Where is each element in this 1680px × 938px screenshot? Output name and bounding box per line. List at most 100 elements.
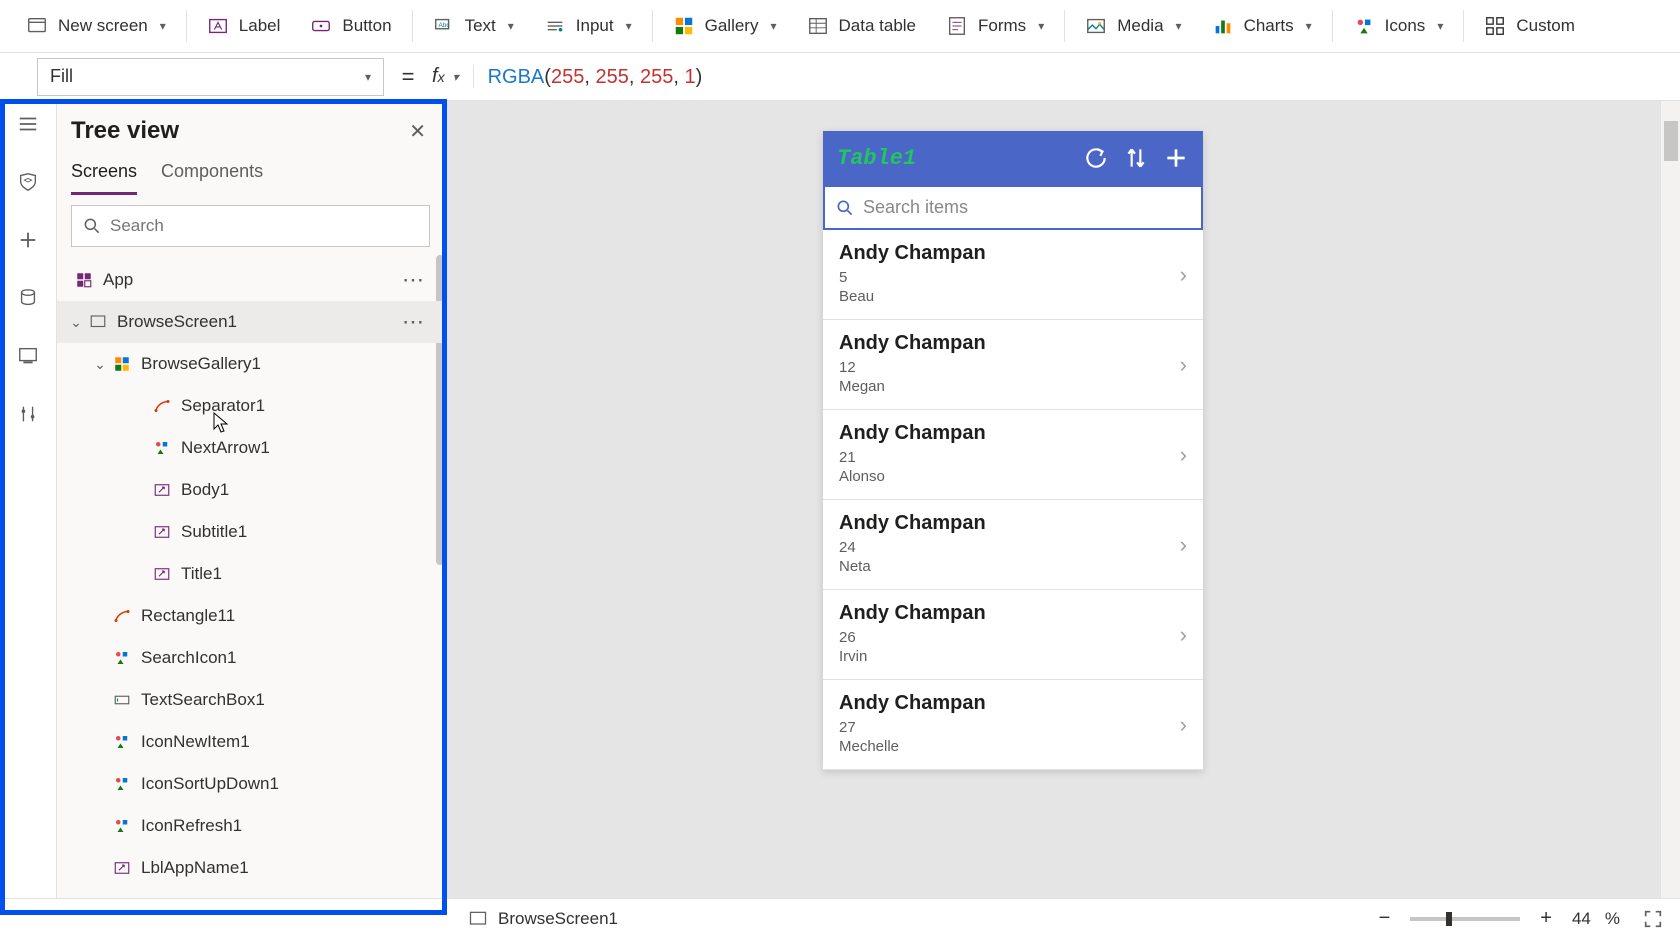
gallery-icon (673, 15, 695, 37)
close-icon[interactable]: ✕ (409, 119, 426, 144)
input-button[interactable]: Input ▾ (530, 9, 646, 43)
media-icon (1085, 15, 1107, 37)
advanced-tools-icon[interactable] (15, 401, 41, 427)
app-icon (73, 269, 95, 291)
hamburger-icon[interactable] (15, 111, 41, 137)
sort-icon[interactable] (1123, 145, 1149, 171)
gallery-button[interactable]: Gallery ▾ (659, 9, 791, 43)
charts-button[interactable]: Charts ▾ (1198, 9, 1326, 43)
tree-search[interactable] (71, 205, 430, 247)
custom-button[interactable]: Custom (1470, 9, 1589, 43)
item-number: 26 (839, 629, 1187, 646)
tree-item-label: BrowseGallery1 (141, 354, 261, 374)
main-area: Tree view ✕ Screens Components App⋯⌄Brow… (0, 101, 1680, 898)
tree-item-IconNewItem1[interactable]: IconNewItem1 (57, 721, 444, 763)
tree-item-Title1[interactable]: Title1 (57, 553, 444, 595)
canvas-scrollbar[interactable] (1660, 101, 1680, 898)
tree-item-TextSearchBox1[interactable]: TextSearchBox1 (57, 679, 444, 721)
tab-screens[interactable]: Screens (71, 155, 137, 195)
item-title: Andy Champan (839, 242, 1187, 265)
datatable-icon (807, 15, 829, 37)
chevron-down-icon: ▾ (1176, 19, 1182, 33)
formula-input[interactable]: RGBA(255, 255, 255, 1) (474, 64, 1680, 89)
separator (1332, 10, 1333, 42)
tree-item-BrowseGallery1[interactable]: ⌄ BrowseGallery1 (57, 343, 444, 385)
charts-label: Charts (1244, 16, 1294, 36)
shape-icon (111, 605, 133, 627)
tree-item-Separator1[interactable]: Separator1 (57, 385, 444, 427)
tree-item-label: Title1 (181, 564, 222, 584)
icons-button[interactable]: Icons ▾ (1339, 9, 1458, 43)
insert-icon[interactable] (15, 227, 41, 253)
more-icon[interactable]: ⋯ (402, 309, 426, 335)
app-search-box[interactable]: Search items (823, 185, 1203, 230)
chevron-down-icon: ▾ (160, 19, 166, 33)
zoom-out-button[interactable]: − (1373, 907, 1397, 930)
label-icon (151, 479, 173, 501)
tree-search-input[interactable] (110, 216, 419, 236)
gallery-item[interactable]: Andy Champan27Mechelle› (823, 680, 1203, 770)
expand-icon[interactable]: ⌄ (89, 356, 111, 373)
icon-icon (111, 773, 133, 795)
gallery-item[interactable]: Andy Champan21Alonso› (823, 410, 1203, 500)
tree-item-Body1[interactable]: Body1 (57, 469, 444, 511)
tree-item-Rectangle11[interactable]: Rectangle11 (57, 595, 444, 637)
tree-item-IconRefresh1[interactable]: IconRefresh1 (57, 805, 444, 847)
zoom-slider[interactable] (1410, 917, 1520, 921)
gallery-item[interactable]: Andy Champan12Megan› (823, 320, 1203, 410)
label-button[interactable]: Label (193, 9, 295, 43)
tree-item-BrowseScreen1[interactable]: ⌄BrowseScreen1⋯ (57, 301, 444, 343)
canvas[interactable]: Table1 Search items Andy Champan5Beau›An… (444, 101, 1680, 898)
custom-label: Custom (1516, 16, 1575, 36)
zoom-in-button[interactable]: + (1534, 907, 1558, 930)
insert-toolbar: New screen ▾ Label Button Abc Text ▾ Inp… (0, 0, 1680, 53)
datatable-button[interactable]: Data table (793, 9, 931, 43)
screen-icon (468, 909, 488, 929)
tree-item-IconSortUpDown1[interactable]: IconSortUpDown1 (57, 763, 444, 805)
item-subtitle: Irvin (839, 648, 1187, 665)
tree-item-SearchIcon1[interactable]: SearchIcon1 (57, 637, 444, 679)
add-icon[interactable] (1163, 145, 1189, 171)
tree-item-App[interactable]: App⋯ (57, 259, 444, 301)
chevron-right-icon[interactable]: › (1180, 622, 1187, 648)
expand-icon[interactable]: ⌄ (65, 314, 87, 331)
chevron-down-icon: ▾ (508, 19, 514, 33)
property-selector[interactable]: Fill ▾ (37, 58, 384, 96)
gallery-item[interactable]: Andy Champan5Beau› (823, 230, 1203, 320)
zoom-value: 44 (1572, 909, 1591, 929)
tree-item-LblAppName1[interactable]: LblAppName1 (57, 847, 444, 889)
chevron-right-icon[interactable]: › (1180, 712, 1187, 738)
chevron-right-icon[interactable]: › (1180, 262, 1187, 288)
tree-view-icon[interactable] (15, 169, 41, 195)
icons-label: Icons (1385, 16, 1426, 36)
label-icon (151, 521, 173, 543)
chevron-right-icon[interactable]: › (1180, 442, 1187, 468)
separator (652, 10, 653, 42)
new-screen-button[interactable]: New screen ▾ (12, 9, 180, 43)
icon-icon (151, 437, 173, 459)
chevron-right-icon[interactable]: › (1180, 352, 1187, 378)
search-icon (835, 198, 855, 218)
tab-components[interactable]: Components (161, 155, 263, 195)
tree-item-label: LblAppName1 (141, 858, 249, 878)
item-subtitle: Alonso (839, 468, 1187, 485)
fit-to-window-icon[interactable] (1642, 908, 1664, 930)
separator (186, 10, 187, 42)
tree-item-NextArrow1[interactable]: NextArrow1 (57, 427, 444, 469)
refresh-icon[interactable] (1083, 145, 1109, 171)
tree-item-Subtitle1[interactable]: Subtitle1 (57, 511, 444, 553)
media-panel-icon[interactable] (15, 343, 41, 369)
button-button[interactable]: Button (296, 9, 405, 43)
label-icon (151, 563, 173, 585)
fx-button[interactable]: fx▾ (432, 65, 474, 88)
gallery-item[interactable]: Andy Champan24Neta› (823, 500, 1203, 590)
chevron-right-icon[interactable]: › (1180, 532, 1187, 558)
more-icon[interactable]: ⋯ (402, 267, 426, 293)
forms-button[interactable]: Forms ▾ (932, 9, 1058, 43)
media-button[interactable]: Media ▾ (1071, 9, 1195, 43)
icon-icon (111, 647, 133, 669)
gallery-item[interactable]: Andy Champan26Irvin› (823, 590, 1203, 680)
charts-icon (1212, 15, 1234, 37)
text-button[interactable]: Abc Text ▾ (419, 9, 528, 43)
data-icon[interactable] (15, 285, 41, 311)
